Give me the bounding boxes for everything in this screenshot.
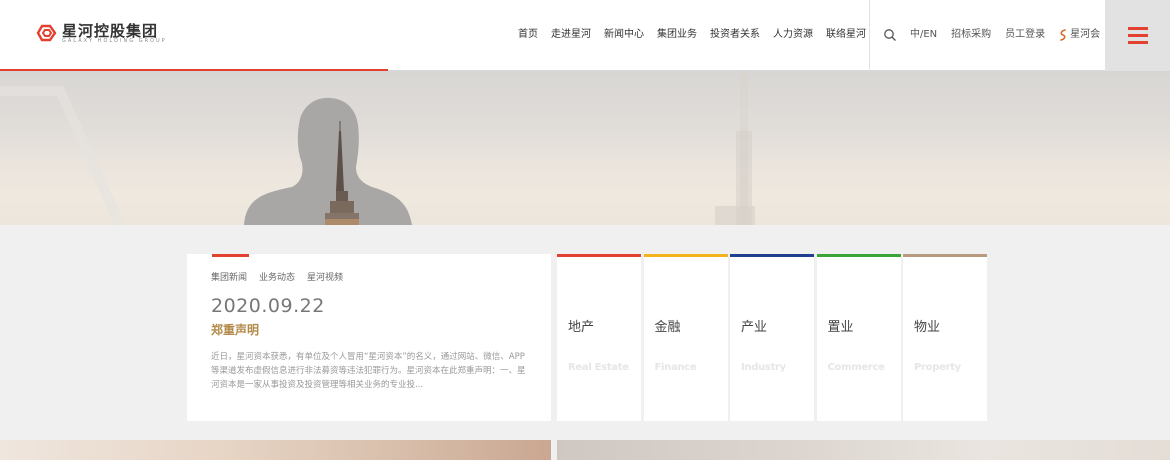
content-section: 集团新闻 业务动态 星河视频 2020.09.22 郑重声明 近日，星河资本获悉… <box>0 225 1170 460</box>
nav-item-investors[interactable]: 投资者关系 <box>710 28 760 42</box>
nav-item-home[interactable]: 首页 <box>518 28 538 42</box>
tab-business-updates[interactable]: 业务动态 <box>259 272 295 284</box>
business-label-cn: 产业 <box>741 320 768 335</box>
main-nav: 首页 走进星河 新闻中心 集团业务 投资者关系 人力资源 联络星河 <box>518 28 879 42</box>
star-club-label: 星河会 <box>1070 29 1101 40</box>
business-card-bar <box>557 254 641 257</box>
hamburger-line <box>1127 34 1148 37</box>
logo-name-en: GALAXY HOLDING GROUP <box>62 38 167 44</box>
language-switch[interactable]: 中/EN <box>910 28 937 42</box>
feature-image-right[interactable] <box>557 440 1170 460</box>
news-card: 集团新闻 业务动态 星河视频 2020.09.22 郑重声明 近日，星河资本获悉… <box>187 254 551 421</box>
tab-group-news[interactable]: 集团新闻 <box>211 272 247 284</box>
star-club-icon <box>1060 29 1066 41</box>
business-label-cn: 置业 <box>827 320 854 335</box>
business-label-en: Industry <box>741 362 786 373</box>
nav-item-about[interactable]: 走进星河 <box>551 28 591 42</box>
business-card-real-estate[interactable]: 地产 Real Estate <box>557 254 641 421</box>
nav-item-business[interactable]: 集团业务 <box>657 28 697 42</box>
news-title[interactable]: 郑重声明 <box>211 322 259 338</box>
business-card-bar <box>903 254 987 257</box>
business-label-cn: 物业 <box>914 320 941 335</box>
hamburger-menu-button[interactable] <box>1105 0 1170 71</box>
site-header: 星河控股集团 GALAXY HOLDING GROUP 首页 走进星河 新闻中心… <box>0 0 1170 71</box>
nav-item-hr[interactable]: 人力资源 <box>773 28 813 42</box>
business-label-cn: 金融 <box>654 320 681 335</box>
business-card-bar <box>730 254 814 257</box>
news-tabs: 集团新闻 业务动态 星河视频 <box>211 272 355 284</box>
business-card-bar <box>643 254 728 257</box>
header-tools: 中/EN 招标采购 员工登录 星河会 <box>910 28 1114 42</box>
hero-illustration <box>0 71 755 225</box>
news-excerpt: 近日，星河资本获悉，有单位及个人冒用“星河资本”的名义，通过网站、微信、APP等… <box>211 352 526 390</box>
procurement-link[interactable]: 招标采购 <box>951 28 991 42</box>
nav-item-contact[interactable]: 联络星河 <box>826 28 866 42</box>
logo-icon <box>36 24 57 42</box>
logo[interactable]: 星河控股集团 GALAXY HOLDING GROUP <box>36 22 167 48</box>
search-icon[interactable] <box>883 28 897 42</box>
hamburger-line <box>1127 27 1148 30</box>
news-card-accent <box>212 254 249 257</box>
business-label-cn: 地产 <box>568 320 595 335</box>
news-date: 2020.09.22 <box>211 295 325 317</box>
business-label-en: Real Estate <box>568 362 629 373</box>
tab-videos[interactable]: 星河视频 <box>307 272 343 284</box>
nav-item-news[interactable]: 新闻中心 <box>604 28 644 42</box>
hamburger-line <box>1127 41 1148 44</box>
feature-image-left[interactable] <box>0 440 551 460</box>
staff-login-link[interactable]: 员工登录 <box>1005 28 1045 42</box>
business-label-en: Commerce <box>827 362 885 373</box>
business-card-finance[interactable]: 金融 Finance <box>643 254 728 421</box>
business-card-commerce[interactable]: 置业 Commerce <box>816 254 901 421</box>
business-card-industry[interactable]: 产业 Industry <box>730 254 814 421</box>
header-divider <box>869 0 870 71</box>
star-club-link[interactable]: 星河会 <box>1059 28 1100 42</box>
business-card-bar <box>816 254 901 257</box>
business-label-en: Finance <box>654 362 697 373</box>
business-card-property[interactable]: 物业 Property <box>903 254 987 421</box>
business-cards: 地产 Real Estate 金融 Finance 产业 Industry 置业… <box>557 254 987 421</box>
hero-banner <box>0 71 1170 225</box>
business-label-en: Property <box>914 362 961 373</box>
